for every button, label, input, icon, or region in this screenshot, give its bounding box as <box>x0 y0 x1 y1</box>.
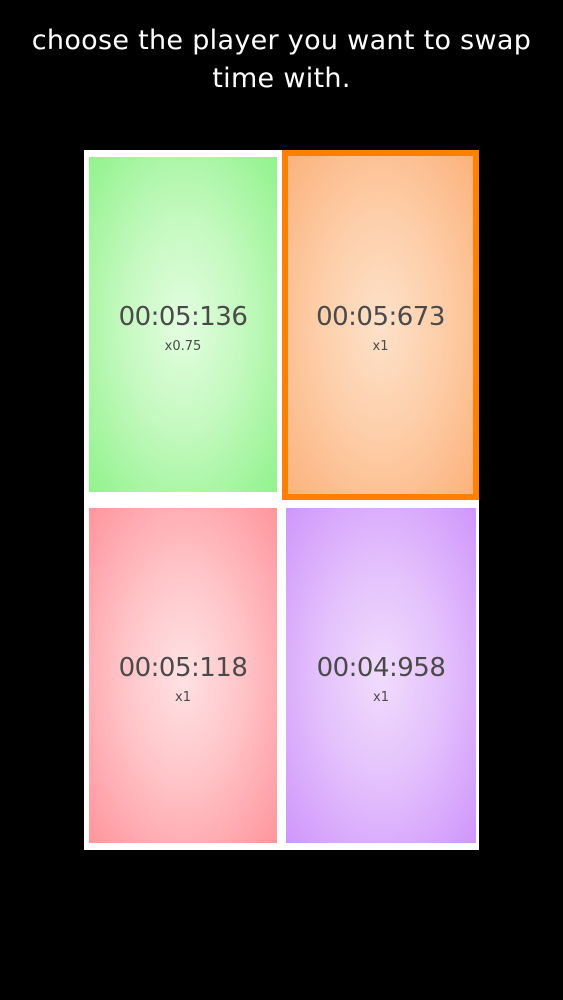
instruction-line-1: choose the player you want to swap <box>31 25 532 56</box>
player-tile-purple[interactable]: 00:04:958 x1 <box>286 508 476 843</box>
player-time: 00:05:118 <box>118 653 248 683</box>
player-tile-orange-selected[interactable]: 00:05:673 x1 <box>282 150 479 500</box>
instruction-line-2: time with. <box>212 63 351 94</box>
player-tile-green[interactable]: 00:05:136 x0.75 <box>89 157 277 492</box>
instruction-text: choose the player you want to swap time … <box>0 22 563 98</box>
player-multiplier: x1 <box>373 690 389 705</box>
player-multiplier: x0.75 <box>164 339 202 354</box>
player-time: 00:04:958 <box>316 653 446 683</box>
player-time: 00:05:136 <box>118 302 248 332</box>
player-multiplier: x1 <box>175 690 191 705</box>
player-multiplier: x1 <box>372 339 389 354</box>
player-board: 00:05:136 x0.75 00:05:673 x1 00:05:118 x… <box>84 150 479 850</box>
player-time: 00:05:673 <box>316 302 445 332</box>
player-tile-red[interactable]: 00:05:118 x1 <box>89 508 277 843</box>
